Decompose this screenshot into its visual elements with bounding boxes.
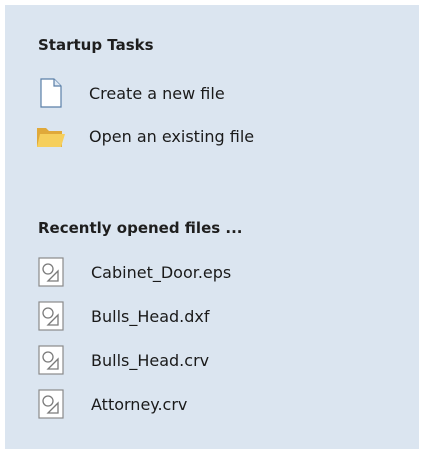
vector-file-icon <box>35 299 67 333</box>
new-file-icon <box>35 77 67 109</box>
recent-file-item[interactable]: Bulls_Head.dxf <box>35 298 335 334</box>
recent-files-heading: Recently opened files ... <box>38 219 243 237</box>
recent-file-label: Bulls_Head.dxf <box>91 306 210 326</box>
vector-file-icon <box>35 255 67 289</box>
vector-file-icon <box>35 387 67 421</box>
open-existing-file-label: Open an existing file <box>89 126 255 146</box>
recent-file-label: Cabinet_Door.eps <box>91 262 232 282</box>
recent-file-item[interactable]: Bulls_Head.crv <box>35 342 335 378</box>
create-new-file-label: Create a new file <box>89 83 225 103</box>
startup-tasks-heading: Startup Tasks <box>38 36 154 54</box>
open-existing-file-item[interactable]: Open an existing file <box>35 119 335 153</box>
create-new-file-item[interactable]: Create a new file <box>35 76 335 110</box>
folder-open-icon <box>35 120 67 152</box>
startup-panel: Startup Tasks Create a new file Open an … <box>5 5 419 449</box>
recent-file-item[interactable]: Cabinet_Door.eps <box>35 254 335 290</box>
recent-file-item[interactable]: Attorney.crv <box>35 386 335 422</box>
vector-file-icon <box>35 343 67 377</box>
recent-file-label: Bulls_Head.crv <box>91 350 210 370</box>
recent-file-label: Attorney.crv <box>91 394 188 414</box>
